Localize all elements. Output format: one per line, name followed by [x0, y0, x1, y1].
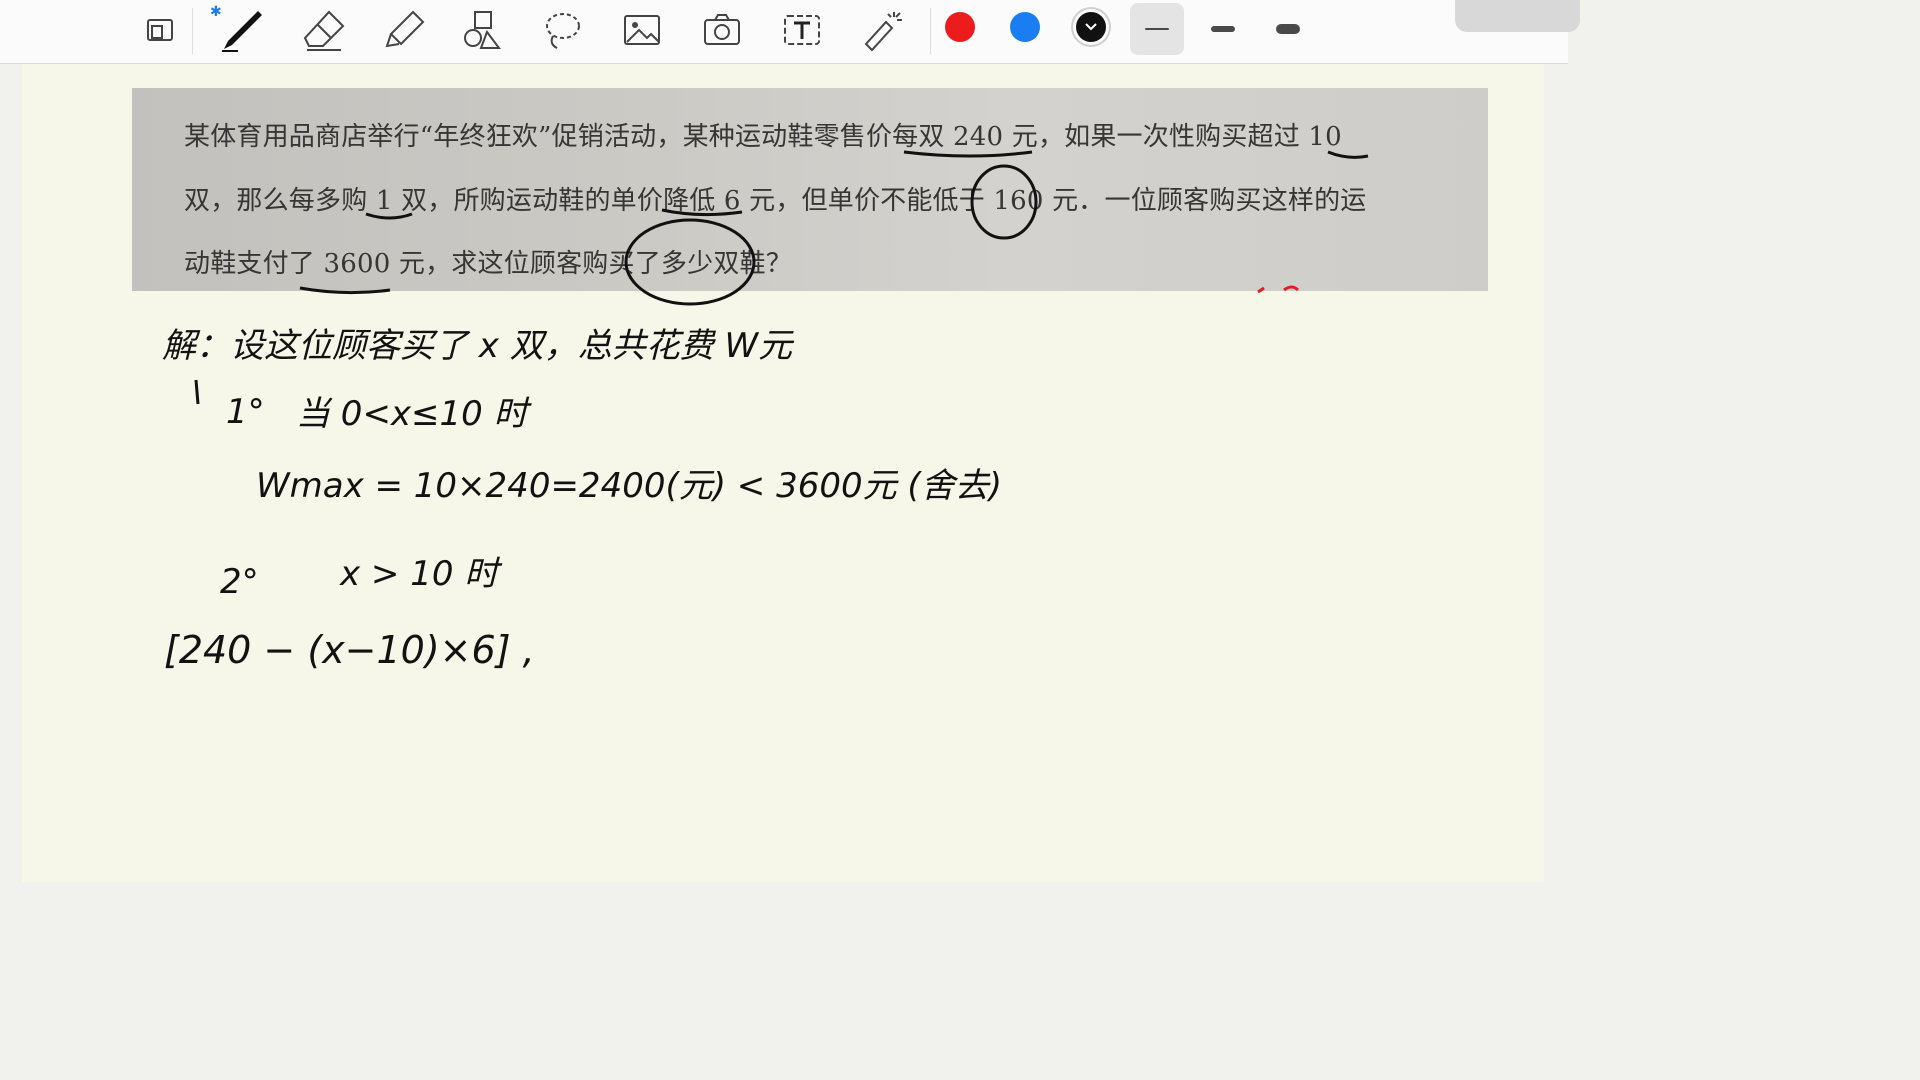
handwritten-line-5: [240 − (x−10)×6] ,: [164, 628, 535, 672]
handwritten-line-3: Wmax = 10×240=2400(元) < 3600元 (舍去): [256, 466, 1002, 506]
handwritten-case-2-number: 2°: [220, 562, 259, 602]
handwritten-case-1-number: 1°: [226, 392, 265, 432]
ink-annotations: [194, 150, 1369, 405]
handwritten-line-2: 当 0<x≤10 时: [296, 394, 528, 434]
handwritten-line-4: x > 10 时: [340, 554, 499, 594]
handwritten-line-1: 解：设这位顾客买了 x 双，总共花费 W元: [162, 326, 793, 366]
